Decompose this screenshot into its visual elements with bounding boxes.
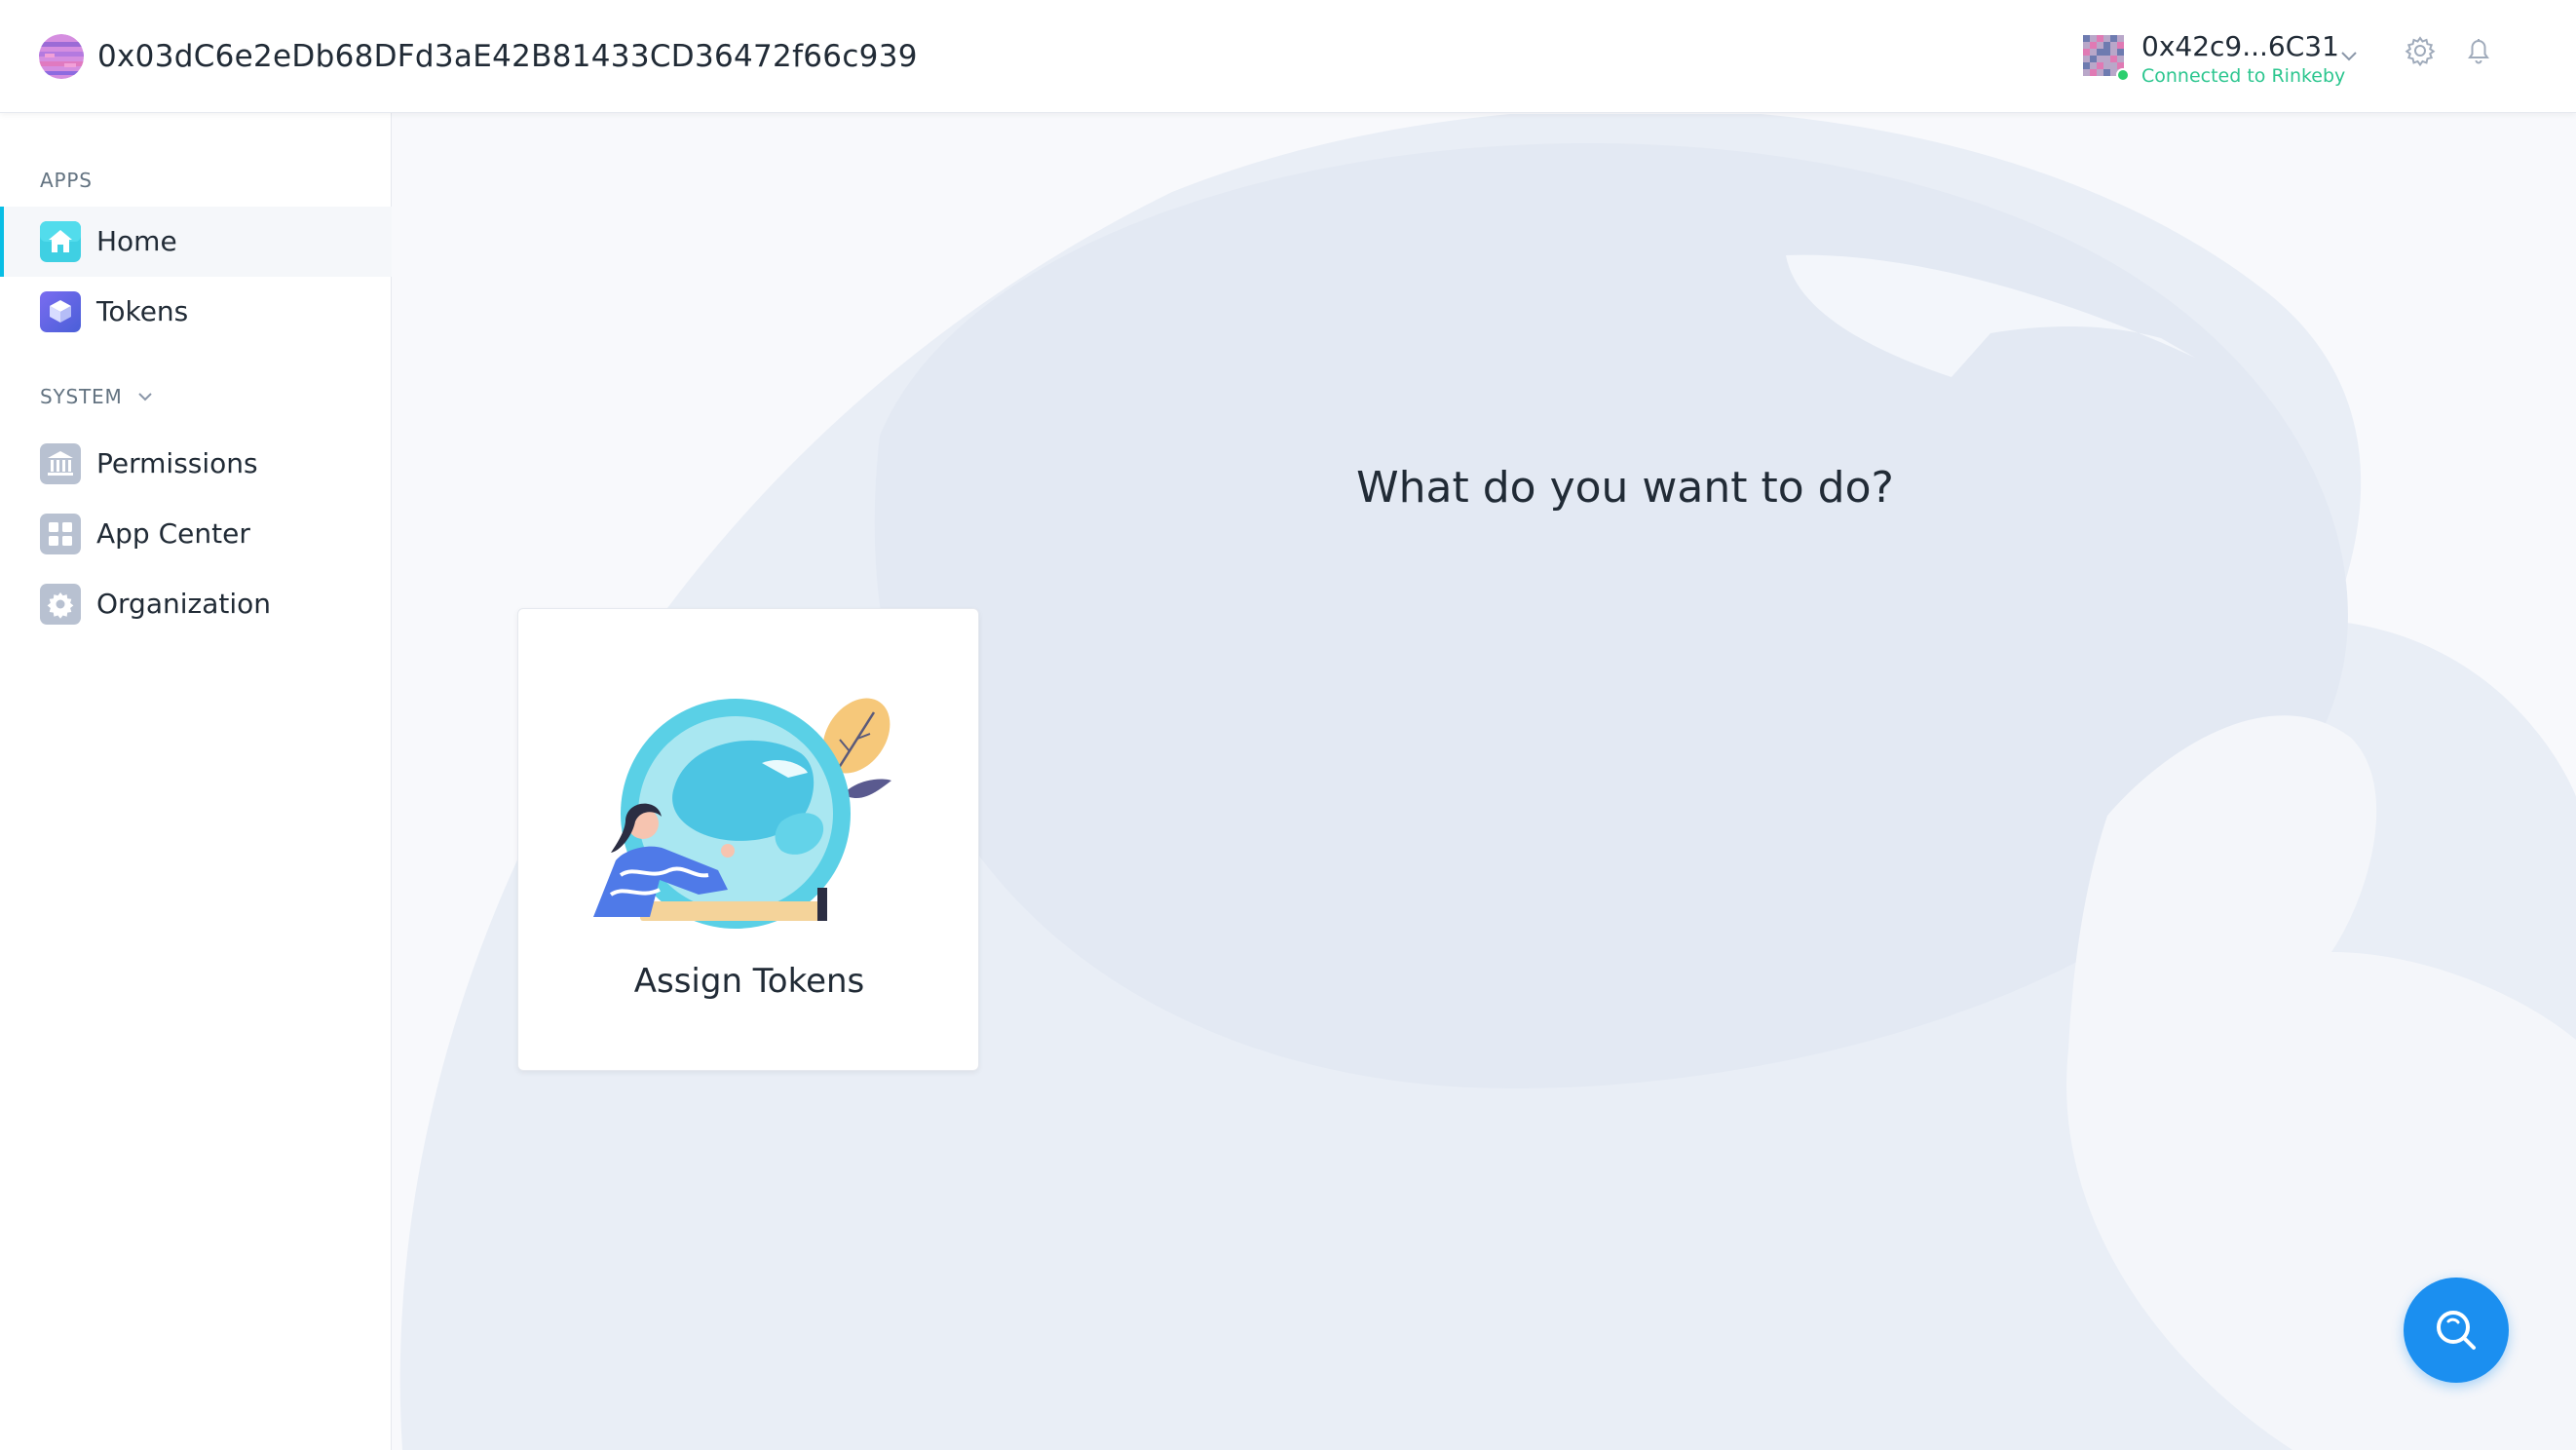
sidebar-item-organization[interactable]: Organization [0, 569, 392, 639]
sidebar-item-tokens[interactable]: Tokens [0, 277, 392, 347]
chevron-down-icon [2341, 52, 2357, 61]
main-content: What do you want to do? Assign Tokens [393, 114, 2576, 1450]
help-search-icon [2437, 1311, 2476, 1350]
assign-tokens-illustration-icon [593, 698, 891, 929]
sidebar: APPS Home Tokens SYSTEM Permissions App … [0, 113, 392, 1450]
account-address: 0x42c9...6C31 [2141, 30, 2339, 62]
system-section-label: SYSTEM [40, 385, 123, 408]
bank-icon [40, 443, 81, 484]
system-section-toggle[interactable]: SYSTEM [40, 384, 123, 409]
active-indicator [0, 207, 4, 277]
org-avatar-icon [39, 34, 84, 79]
sidebar-item-label: Tokens [96, 295, 189, 327]
gear-icon[interactable] [2403, 33, 2438, 68]
org-address: 0x03dC6e2eDb68DFd3aE42B81433CD36472f66c9… [97, 39, 918, 74]
tokens-icon [40, 291, 81, 332]
sidebar-item-label: App Center [96, 517, 250, 550]
sidebar-item-permissions[interactable]: Permissions [0, 429, 392, 499]
connection-status-dot [2116, 68, 2130, 82]
sidebar-item-label: Organization [96, 588, 272, 620]
apps-section-label: APPS [40, 169, 93, 192]
chevron-down-icon[interactable] [134, 386, 156, 407]
assign-tokens-card[interactable]: Assign Tokens [517, 608, 979, 1071]
cog-icon [40, 584, 81, 625]
sidebar-item-home[interactable]: Home [0, 207, 392, 277]
account-selector[interactable]: 0x42c9...6C31 Connected to Rinkeby [2083, 29, 2366, 88]
sidebar-item-label: Permissions [96, 447, 258, 479]
help-button[interactable] [2404, 1278, 2509, 1383]
bell-icon[interactable] [2461, 33, 2496, 68]
top-bar: 0x03dC6e2eDb68DFd3aE42B81433CD36472f66c9… [0, 0, 2576, 113]
home-icon [40, 221, 81, 262]
assign-tokens-label: Assign Tokens [633, 962, 865, 1001]
page-title: What do you want to do? [1356, 463, 1894, 513]
sidebar-item-label: Home [96, 225, 177, 257]
grid-icon [40, 514, 81, 554]
sidebar-item-app-center[interactable]: App Center [0, 499, 392, 569]
network-status: Connected to Rinkeby [2141, 65, 2346, 87]
